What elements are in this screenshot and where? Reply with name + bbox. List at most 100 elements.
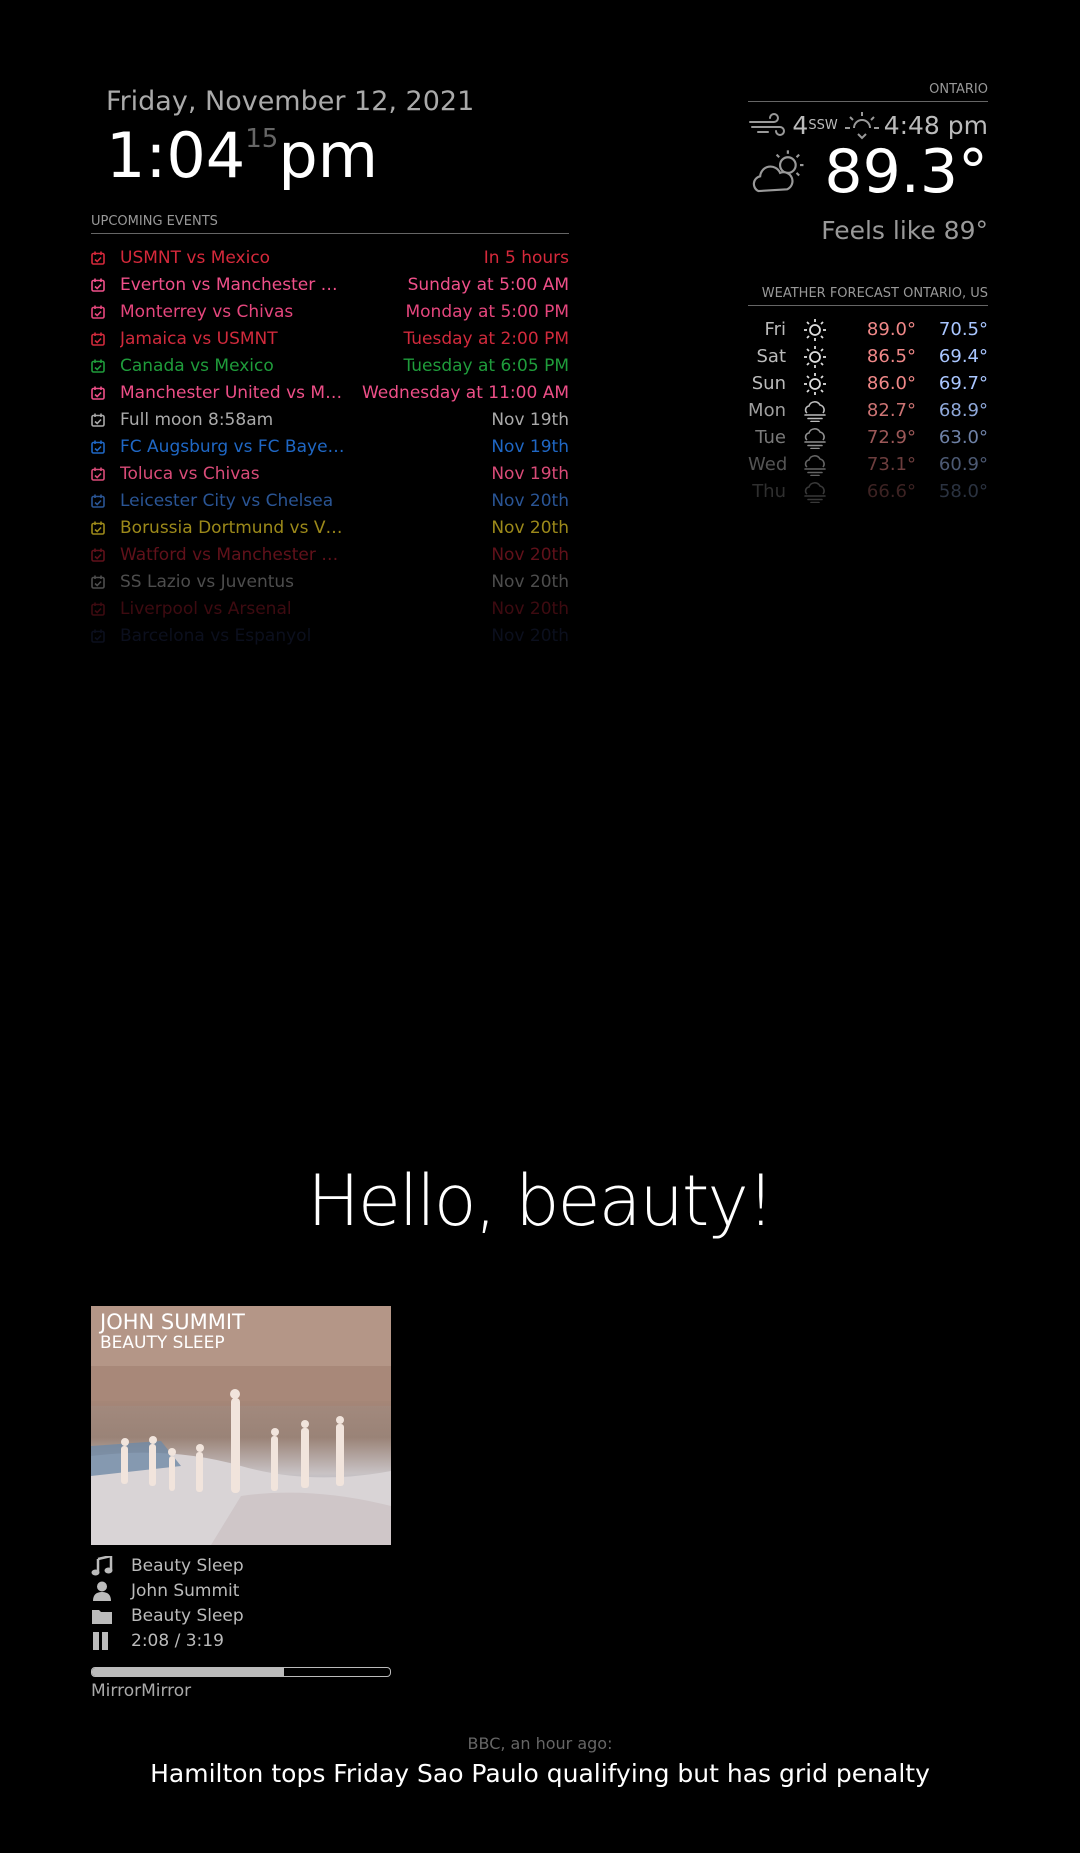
calendar-check-icon — [91, 440, 105, 454]
forecast-day: Tue — [755, 427, 786, 448]
calendar-event: Monterrey vs Chivas Monday at 5:00 PM — [91, 298, 569, 325]
clock-hours-minutes: 1:04 — [106, 119, 246, 192]
pause-icon[interactable] — [91, 1631, 113, 1651]
wind-sunset-row: 4 SSW 4:48 pm — [748, 110, 988, 140]
news-headline: Hamilton tops Friday Sao Paulo qualifyin… — [150, 1759, 930, 1788]
event-time: Nov 19th — [491, 436, 569, 457]
event-time: Nov 20th — [491, 544, 569, 565]
forecast-low: 68.9° — [938, 400, 988, 421]
calendar-check-icon — [91, 332, 105, 346]
event-time: In 5 hours — [483, 247, 569, 268]
forecast-table: Fri 89.0° 70.5° Sat 86.5° 69.4° Sun 86.0° 69.7° M… — [748, 316, 988, 505]
forecast-low: 69.7° — [938, 373, 988, 394]
forecast-high: 73.1° — [866, 454, 916, 475]
forecast-row: Sun 86.0° 69.7° — [748, 370, 988, 397]
calendar-check-icon — [91, 548, 105, 562]
calendar-check-icon — [91, 602, 105, 616]
calendar-event: Manchester United vs Manc… Wednesday at 1… — [91, 379, 569, 406]
calendar-event: SS Lazio vs Juventus Nov 20th — [91, 568, 569, 595]
track-artist: John Summit — [131, 1580, 240, 1601]
forecast-high: 86.0° — [866, 373, 916, 394]
forecast-row: Mon 82.7° 68.9° — [748, 397, 988, 424]
newsfeed-module: BBC, an hour ago: Hamilton tops Friday S… — [0, 1734, 1080, 1788]
calendar-check-icon — [91, 494, 105, 508]
current-temperature: 89.3° — [824, 137, 988, 207]
sunny-icon — [786, 372, 844, 395]
playback-device: MirrorMirror — [91, 1681, 192, 1701]
event-time: Nov 20th — [491, 598, 569, 619]
calendar-check-icon — [91, 413, 105, 427]
forecast-row: Tue 72.9° 63.0° — [748, 424, 988, 451]
current-temp-row: 89.3° — [748, 142, 988, 202]
event-time: Wednesday at 11:00 AM — [361, 382, 569, 403]
calendar-header: UPCOMING EVENTS — [91, 214, 569, 234]
forecast-high: 66.6° — [866, 481, 916, 502]
calendar-check-icon — [91, 359, 105, 373]
calendar-check-icon — [91, 278, 105, 292]
forecast-low: 63.0° — [938, 427, 988, 448]
event-title: Manchester United vs Manc… — [120, 382, 350, 403]
album-art-title: BEAUTY SLEEP — [100, 1333, 225, 1353]
folder-icon — [92, 1609, 112, 1624]
forecast-low: 60.9° — [938, 454, 988, 475]
clock-period: pm — [278, 119, 379, 192]
event-title: Borussia Dortmund vs VFB … — [120, 517, 350, 538]
event-title: Full moon 8:58am — [120, 409, 274, 430]
event-title: Watford vs Manchester Uni… — [120, 544, 350, 565]
calendar-check-icon — [91, 629, 105, 643]
album-art-artist: JOHN SUMMIT — [100, 1310, 245, 1334]
event-time: Tuesday at 6:05 PM — [403, 355, 569, 376]
track-progress-fill — [92, 1668, 285, 1676]
forecast-header: WEATHER FORECAST ONTARIO, US — [748, 286, 988, 306]
forecast-row: Wed 73.1° 60.9° — [748, 451, 988, 478]
album-art-text: JOHN SUMMIT BEAUTY SLEEP — [100, 1312, 245, 1352]
clock-seconds: 15 — [245, 124, 279, 154]
now-playing-module: JOHN SUMMIT BEAUTY SLEEP Beauty Sleep Jo… — [91, 1306, 391, 1701]
event-title: Monterrey vs Chivas — [120, 301, 294, 322]
event-time: Monday at 5:00 PM — [405, 301, 569, 322]
forecast-row: Sat 86.5° 69.4° — [748, 343, 988, 370]
cloudy-wind-icon — [786, 454, 844, 476]
event-title: SS Lazio vs Juventus — [120, 571, 295, 592]
event-time: Tuesday at 2:00 PM — [403, 328, 569, 349]
calendar-event: Liverpool vs Arsenal Nov 20th — [91, 595, 569, 622]
track-info: Beauty Sleep John Summit Beauty Sleep 2:… — [91, 1553, 391, 1653]
clock-module: Friday, November 12, 2021 1:0415pm — [106, 86, 474, 187]
event-time: Nov 20th — [491, 517, 569, 538]
weather-location: ONTARIO — [748, 82, 988, 102]
music-note-icon — [91, 1555, 113, 1575]
calendar-event: Jamaica vs USMNT Tuesday at 2:00 PM — [91, 325, 569, 352]
wind-icon — [749, 113, 786, 136]
calendar-event: Everton vs Manchester Uni… Sunday at 5:00… — [91, 271, 569, 298]
forecast-low: 69.4° — [938, 346, 988, 367]
album-art: JOHN SUMMIT BEAUTY SLEEP — [91, 1306, 391, 1545]
forecast-day: Thu — [752, 481, 786, 502]
calendar-event: Canada vs Mexico Tuesday at 6:05 PM — [91, 352, 569, 379]
event-time: Nov 19th — [491, 463, 569, 484]
track-album-row: Beauty Sleep — [91, 1603, 391, 1628]
calendar-check-icon — [91, 305, 105, 319]
track-album: Beauty Sleep — [131, 1605, 244, 1626]
event-title: Liverpool vs Arsenal — [120, 598, 292, 619]
event-time: Sunday at 5:00 AM — [407, 274, 569, 295]
track-title-row: Beauty Sleep — [91, 1553, 391, 1578]
forecast-high: 82.7° — [866, 400, 916, 421]
forecast-day: Mon — [748, 400, 786, 421]
forecast-high: 89.0° — [866, 319, 916, 340]
forecast-high: 86.5° — [866, 346, 916, 367]
clock-time: 1:0415pm — [106, 125, 474, 187]
calendar-event: FC Augsburg vs FC Bayern … Nov 19th — [91, 433, 569, 460]
calendar-check-icon — [91, 521, 105, 535]
track-time: 2:08 / 3:19 — [131, 1630, 224, 1651]
forecast-day: Sat — [756, 346, 786, 367]
event-time: Nov 19th — [491, 409, 569, 430]
event-title: Canada vs Mexico — [120, 355, 274, 376]
track-time-row: 2:08 / 3:19 — [91, 1628, 391, 1653]
weather-forecast-module: WEATHER FORECAST ONTARIO, US Fri 89.0° 70.… — [748, 286, 988, 505]
wind-speed: 4 — [792, 110, 809, 140]
event-title: Everton vs Manchester Uni… — [120, 274, 350, 295]
news-source: BBC, an hour ago: — [467, 1734, 613, 1753]
cloudy-wind-icon — [786, 427, 844, 449]
calendar-event: Watford vs Manchester Uni… Nov 20th — [91, 541, 569, 568]
event-title: Barcelona vs Espanyol — [120, 625, 312, 646]
